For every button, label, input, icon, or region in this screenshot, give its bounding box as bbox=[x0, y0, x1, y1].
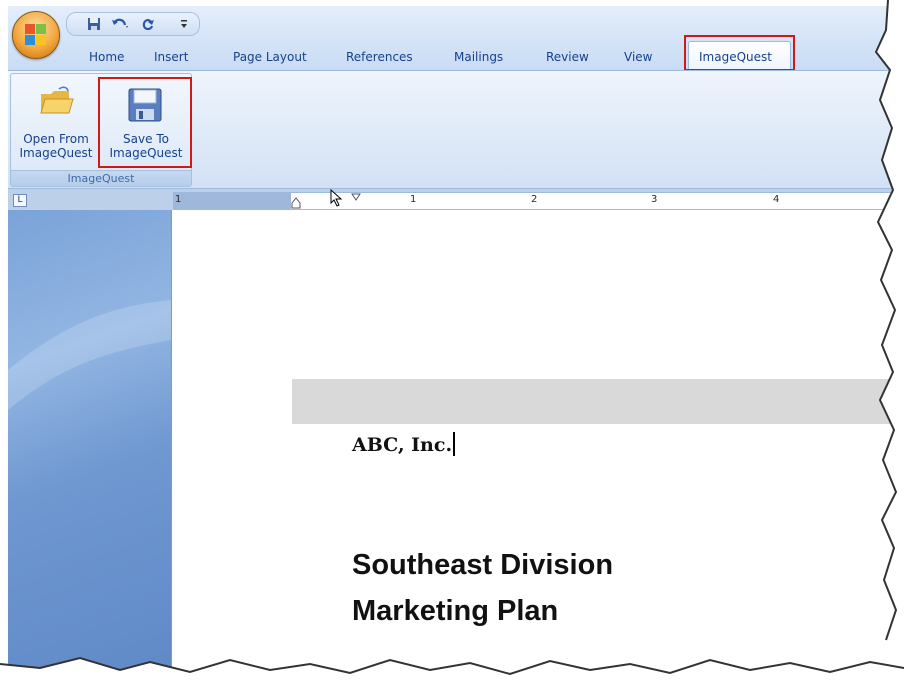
mouse-pointer-icon bbox=[330, 189, 343, 207]
document-page[interactable]: ABC, Inc. Southeast Division Marketing P… bbox=[171, 210, 904, 685]
quick-access-toolbar bbox=[66, 12, 200, 36]
ribbon-group-label: ImageQuest bbox=[11, 170, 191, 186]
ruler-number: 2 bbox=[531, 194, 538, 205]
open-from-label-line1: Open From bbox=[23, 132, 89, 146]
tab-home[interactable]: Home bbox=[89, 50, 124, 68]
tab-view[interactable]: View bbox=[624, 50, 652, 68]
office-logo-icon bbox=[25, 24, 47, 46]
hanging-indent-marker-icon[interactable] bbox=[291, 197, 301, 209]
ruler-number: 1 bbox=[410, 194, 417, 205]
tab-selector-button[interactable]: L bbox=[13, 194, 27, 207]
title-line-2: Marketing Plan bbox=[352, 595, 559, 627]
first-line-indent-marker-icon[interactable] bbox=[351, 193, 361, 201]
save-button-callout bbox=[98, 77, 192, 168]
office-button[interactable] bbox=[12, 11, 60, 59]
customize-qat-icon[interactable] bbox=[177, 16, 191, 32]
open-from-label-line2: ImageQuest bbox=[19, 146, 93, 160]
company-name-line[interactable]: ABC, Inc. bbox=[352, 432, 456, 456]
ruler-bar: L 1 1 2 3 4 bbox=[8, 188, 904, 211]
horizontal-ruler[interactable]: 1 1 2 3 4 bbox=[173, 189, 904, 210]
ribbon: Open From ImageQuest Save To ImageQuest bbox=[8, 70, 904, 189]
title-tab-bar: Home Insert Page Layout References Maili… bbox=[8, 6, 904, 72]
company-name-text: ABC, Inc. bbox=[352, 434, 453, 456]
open-from-imagequest-button[interactable]: Open From ImageQuest bbox=[11, 74, 99, 166]
tab-review[interactable]: Review bbox=[546, 50, 589, 68]
text-cursor bbox=[453, 432, 456, 456]
tab-mailings[interactable]: Mailings bbox=[454, 50, 503, 68]
redo-icon[interactable] bbox=[139, 16, 157, 32]
imagequest-tab-callout bbox=[684, 35, 795, 71]
word-window: Home Insert Page Layout References Maili… bbox=[8, 6, 904, 685]
save-icon[interactable] bbox=[85, 16, 103, 32]
document-title[interactable]: Southeast Division Marketing Plan bbox=[352, 542, 613, 634]
ruler-number: 3 bbox=[651, 194, 658, 205]
folder-open-icon bbox=[39, 86, 75, 118]
left-margin-pane bbox=[8, 210, 171, 685]
header-shading-band bbox=[292, 379, 904, 424]
title-line-1: Southeast Division bbox=[352, 549, 614, 581]
ruler-left-margin bbox=[173, 193, 291, 209]
pane-swoosh-decoration bbox=[8, 300, 171, 410]
tab-insert[interactable]: Insert bbox=[154, 50, 188, 68]
undo-icon[interactable] bbox=[109, 16, 131, 32]
tab-page-layout[interactable]: Page Layout bbox=[233, 50, 307, 68]
tab-references[interactable]: References bbox=[346, 50, 413, 68]
ruler-number: 4 bbox=[773, 194, 780, 205]
ruler-number: 1 bbox=[175, 194, 182, 205]
